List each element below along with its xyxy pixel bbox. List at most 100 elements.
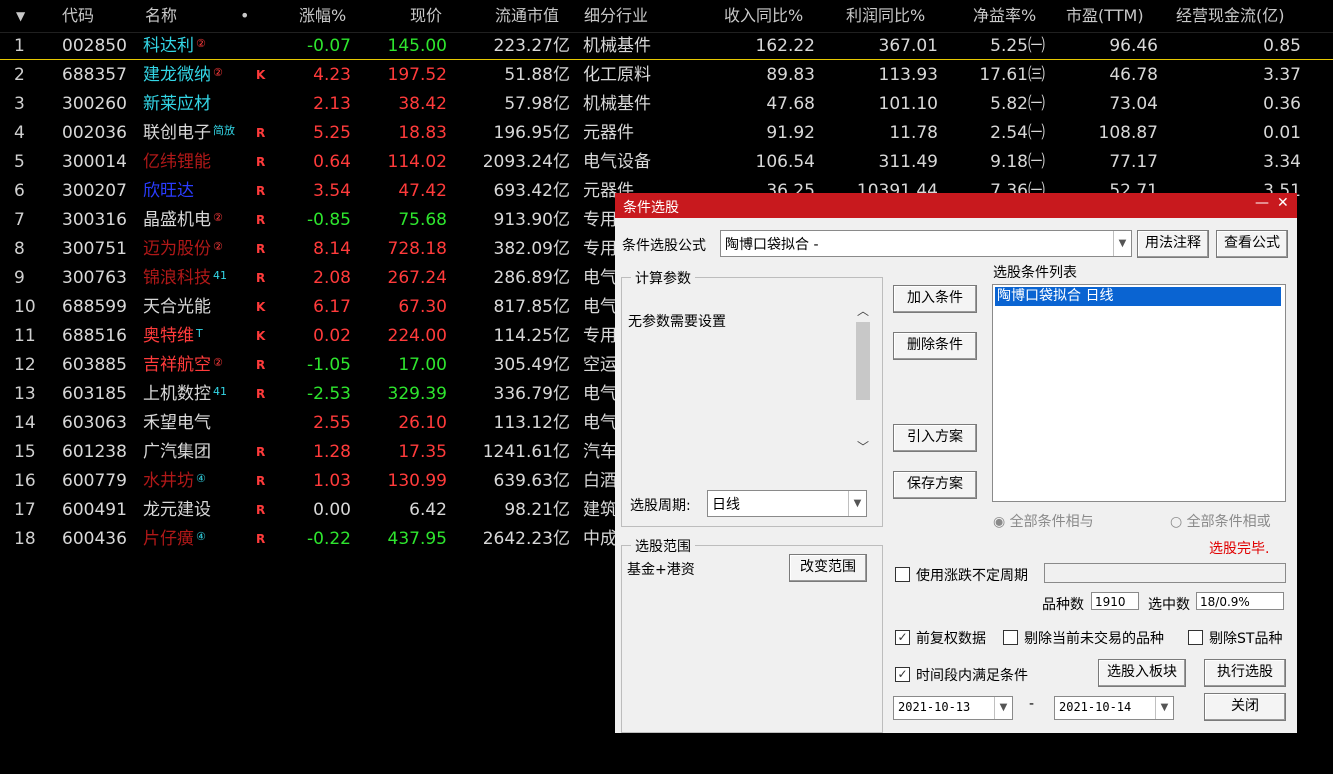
- industry: 电气: [583, 413, 617, 433]
- stock-name: 联创电子: [143, 123, 211, 143]
- or-radio[interactable]: ○ 全部条件相或: [1170, 511, 1271, 531]
- dialog-title: 条件选股: [623, 200, 679, 216]
- stock-name: 片仔癀: [143, 529, 194, 549]
- minimize-icon[interactable]: —: [1255, 195, 1269, 211]
- params-scrollbar[interactable]: ︿ ﹀: [853, 300, 873, 458]
- header-industry[interactable]: 细分行业: [584, 0, 648, 32]
- table-row[interactable]: 4 002036 联创电子 简放 R 5.25 18.83 196.95亿 元器件 91.92 11…: [0, 119, 1333, 148]
- profit-yoy: 101.10: [878, 94, 938, 114]
- uncertain-period-label: 使用涨跌不定周期: [916, 568, 1028, 584]
- table-row[interactable]: 3 300260 新莱应材 2.13 38.42 57.98亿 机械基件 47.68 101.1…: [0, 90, 1333, 119]
- header-price[interactable]: 现价: [410, 0, 442, 32]
- view-formula-button[interactable]: 查看公式: [1216, 230, 1288, 258]
- import-plan-button[interactable]: 引入方案: [893, 424, 977, 452]
- scroll-thumb[interactable]: [856, 322, 870, 400]
- current-price: 18.83: [398, 123, 447, 143]
- table-row[interactable]: 1 002850 科达利 ② -0.07 145.00 223.27亿 机械基件 162.22 3…: [0, 32, 1333, 61]
- stock-flag: R: [256, 184, 266, 198]
- header-name[interactable]: 名称: [145, 0, 177, 32]
- delete-condition-button[interactable]: 删除条件: [893, 332, 977, 360]
- formula-dropdown-icon[interactable]: ▼: [1113, 231, 1131, 256]
- name-badge: ④: [196, 530, 206, 543]
- scope-legend: 选股范围: [631, 536, 695, 556]
- dialog-title-bar[interactable]: 条件选股 — ✕: [615, 193, 1297, 218]
- scroll-up-icon[interactable]: ︿: [857, 302, 869, 319]
- close-dialog-button[interactable]: 关闭: [1204, 693, 1286, 721]
- current-price: 75.68: [398, 210, 447, 230]
- scope-value: 基金+港资: [627, 562, 695, 578]
- change-percent: 5.25: [313, 123, 351, 143]
- current-price: 329.39: [387, 384, 447, 404]
- stock-code: 600436: [62, 529, 127, 549]
- stock-code: 300316: [62, 210, 127, 230]
- condition-list[interactable]: 陶博口袋拟合 日线: [992, 284, 1286, 502]
- period-value: 日线: [712, 497, 740, 513]
- stock-flag: R: [256, 242, 266, 256]
- add-condition-button[interactable]: 加入条件: [893, 285, 977, 313]
- date-to-dropdown-icon[interactable]: ▼: [1155, 697, 1173, 719]
- uncertain-period-checkbox[interactable]: [895, 567, 910, 582]
- exclude-st-checkbox[interactable]: [1188, 630, 1203, 645]
- run-screen-button[interactable]: 执行选股: [1204, 659, 1286, 687]
- industry: 元器件: [583, 123, 634, 143]
- stock-code: 002850: [62, 36, 127, 56]
- header-code[interactable]: 代码: [62, 0, 94, 32]
- header-profit-yoy[interactable]: 利润同比%: [846, 0, 925, 32]
- stock-flag: K: [256, 329, 266, 343]
- scroll-down-icon[interactable]: ﹀: [857, 438, 869, 455]
- net-margin: 2.54㈠: [990, 123, 1045, 143]
- to-block-button[interactable]: 选股入板块: [1098, 659, 1186, 687]
- pe-ttm: 108.87: [1098, 123, 1158, 143]
- period-dropdown-icon[interactable]: ▼: [848, 491, 866, 516]
- market-cap: 51.88亿: [504, 65, 570, 85]
- save-plan-button[interactable]: 保存方案: [893, 471, 977, 499]
- name-badge: 41: [213, 385, 227, 398]
- change-percent: 0.00: [313, 500, 351, 520]
- date-separator: -: [1029, 696, 1035, 712]
- change-percent: 2.13: [313, 94, 351, 114]
- date-to-picker[interactable]: 2021-10-14 ▼: [1054, 696, 1174, 720]
- header-roe[interactable]: 净益率%: [973, 0, 1036, 32]
- market-cap: 2642.23亿: [482, 529, 570, 549]
- period-select[interactable]: 日线 ▼: [707, 490, 867, 517]
- header-change[interactable]: 涨幅%: [299, 0, 346, 32]
- market-cap: 336.79亿: [493, 384, 570, 404]
- stock-name: 晶盛机电: [143, 210, 211, 230]
- name-badge: ②: [213, 240, 223, 253]
- row-index: 12: [14, 355, 36, 375]
- header-revenue-yoy[interactable]: 收入同比%: [724, 0, 803, 32]
- timespan-checkbox[interactable]: ✓: [895, 667, 910, 682]
- progress-bar: [1044, 563, 1286, 583]
- status-text: 选股完毕.: [1209, 541, 1270, 557]
- count-label: 品种数: [1042, 597, 1084, 613]
- name-badge: T: [196, 327, 203, 340]
- change-percent: 3.54: [313, 181, 351, 201]
- table-row[interactable]: 2 688357 建龙微纳 ② K 4.23 197.52 51.88亿 化工原料 89.83 11…: [0, 61, 1333, 90]
- stock-name: 天合光能: [143, 297, 211, 317]
- change-scope-button[interactable]: 改变范围: [789, 554, 867, 582]
- header-cash-flow[interactable]: 经营现金流(亿): [1176, 0, 1285, 32]
- header-market-cap[interactable]: 流通市值: [495, 0, 559, 32]
- stock-code: 300751: [62, 239, 127, 259]
- exclude-untraded-checkbox[interactable]: [1003, 630, 1018, 645]
- net-margin: 5.82㈠: [990, 94, 1045, 114]
- close-icon[interactable]: ✕: [1277, 195, 1289, 211]
- pe-ttm: 73.04: [1109, 94, 1158, 114]
- condition-item[interactable]: 陶博口袋拟合 日线: [995, 287, 1281, 306]
- prefq-checkbox[interactable]: ✓: [895, 630, 910, 645]
- selected-field: 18/0.9%: [1196, 592, 1284, 610]
- date-from-picker[interactable]: 2021-10-13 ▼: [893, 696, 1013, 720]
- usage-notes-button[interactable]: 用法注释: [1137, 230, 1209, 258]
- stock-name: 上机数控: [143, 384, 211, 404]
- market-cap: 286.89亿: [493, 268, 570, 288]
- change-percent: 0.64: [313, 152, 351, 172]
- and-radio[interactable]: ◉ 全部条件相与: [993, 511, 1094, 531]
- header-pe-ttm[interactable]: 市盈(TTM): [1066, 0, 1144, 32]
- industry: 汽车: [583, 442, 617, 462]
- industry: 电气: [583, 384, 617, 404]
- date-from-dropdown-icon[interactable]: ▼: [994, 697, 1012, 719]
- sort-icon[interactable]: ▼: [16, 0, 25, 32]
- formula-select[interactable]: 陶博口袋拟合 - ▼: [720, 230, 1132, 257]
- stock-code: 002036: [62, 123, 127, 143]
- table-row[interactable]: 5 300014 亿纬锂能 R 0.64 114.02 2093.24亿 电气设备 106.54…: [0, 148, 1333, 177]
